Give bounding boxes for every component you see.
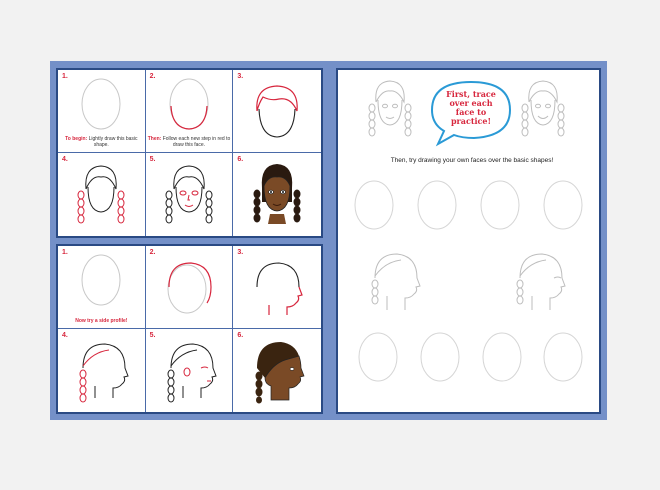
front-step-6: 6. (233, 153, 321, 236)
speech-bubble-text: First, trace over each face to practice! (446, 89, 496, 126)
practice-ovals-row-1 (354, 180, 583, 230)
step-number: 2. (149, 249, 156, 256)
trace-face-front-right (521, 80, 565, 137)
trace-profile-right (516, 253, 566, 310)
front-step-1: 1. To begin: Lightly draw this basic sha… (58, 70, 146, 153)
practice-instruction: Then, try drawing your own faces over th… (390, 157, 554, 164)
profile-with-features (167, 342, 217, 402)
profile-outline (256, 262, 303, 315)
head-shape (167, 262, 212, 314)
front-step-5: 5. (146, 153, 234, 236)
profile-step-2: 2. (145, 246, 234, 329)
face-outline (169, 78, 209, 131)
front-face-steps-panel: 1. To begin: Lightly draw this basic sha… (56, 68, 323, 238)
finished-profile-colored (255, 341, 305, 403)
step-caption: Now try a side profile! (75, 318, 128, 324)
practice-ovals-row-2 (358, 332, 583, 382)
step-number: 1. (62, 73, 68, 80)
step-number: 1. (62, 249, 68, 256)
step-number: 3. (237, 249, 244, 256)
face-with-features (165, 164, 213, 223)
step-number: 4. (62, 332, 68, 339)
face-with-braids (77, 164, 125, 223)
side-profile-steps-panel: 1. Now try a side profile! 2. 3. 4. 5. 6… (56, 244, 323, 414)
finished-face-colored (253, 163, 301, 224)
step-caption: Then: Follow each new step in red to dra… (147, 136, 231, 148)
step-caption: To begin: Lightly draw this basic shape. (65, 136, 138, 148)
profile-step-6: 6. (233, 329, 321, 412)
profile-with-braid (79, 342, 129, 402)
oval-shape (81, 78, 121, 130)
profile-step-1: 1. Now try a side profile! (58, 246, 146, 329)
profile-step-3: 3. (233, 246, 321, 329)
oval-shape (81, 254, 121, 306)
profile-step-4: 4. (58, 329, 146, 412)
step-number: 2. (149, 73, 156, 80)
step-number: 3. (237, 73, 244, 80)
trace-profile-left (371, 253, 421, 310)
trace-face-front-left (368, 80, 412, 137)
front-step-2: 2. Then: Follow each new step in red to … (145, 70, 234, 153)
step-number: 6. (237, 332, 244, 339)
profile-step-5: 5. (146, 329, 234, 412)
front-step-4: 4. (58, 153, 146, 236)
face-with-hairline (256, 85, 298, 138)
front-step-3: 3. (233, 70, 321, 153)
step-number: 5. (149, 332, 156, 339)
